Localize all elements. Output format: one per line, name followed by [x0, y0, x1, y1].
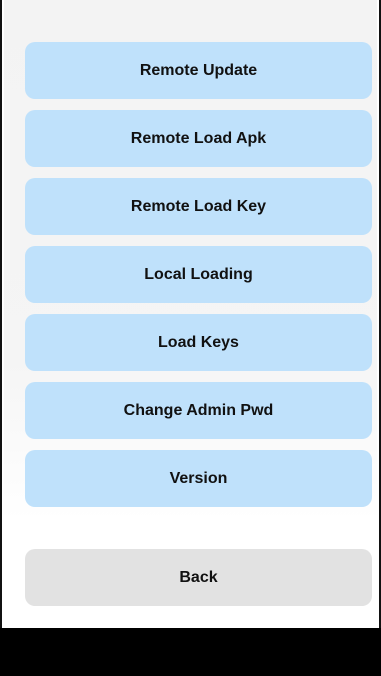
- version-label: Version: [169, 469, 228, 487]
- remote-load-apk-label: Remote Load Apk: [130, 129, 267, 147]
- change-admin-pwd-button[interactable]: Change Admin Pwd: [25, 382, 372, 439]
- local-loading-label: Local Loading: [144, 265, 253, 283]
- remote-update-button[interactable]: Remote Update: [25, 42, 372, 99]
- change-admin-pwd-label: Change Admin Pwd: [123, 401, 274, 419]
- remote-update-label: Remote Update: [139, 61, 258, 79]
- app-screen: Remote Update Remote Load Apk Remote Loa…: [0, 0, 381, 628]
- remote-load-key-button[interactable]: Remote Load Key: [25, 178, 372, 235]
- back-button[interactable]: Back: [25, 549, 372, 606]
- system-navigation-bar: [0, 628, 381, 676]
- back-label: Back: [179, 568, 218, 586]
- version-button[interactable]: Version: [25, 450, 372, 507]
- load-keys-button[interactable]: Load Keys: [25, 314, 372, 371]
- remote-load-key-label: Remote Load Key: [130, 197, 267, 215]
- remote-load-apk-button[interactable]: Remote Load Apk: [25, 110, 372, 167]
- load-keys-label: Load Keys: [158, 333, 239, 351]
- local-loading-button[interactable]: Local Loading: [25, 246, 372, 303]
